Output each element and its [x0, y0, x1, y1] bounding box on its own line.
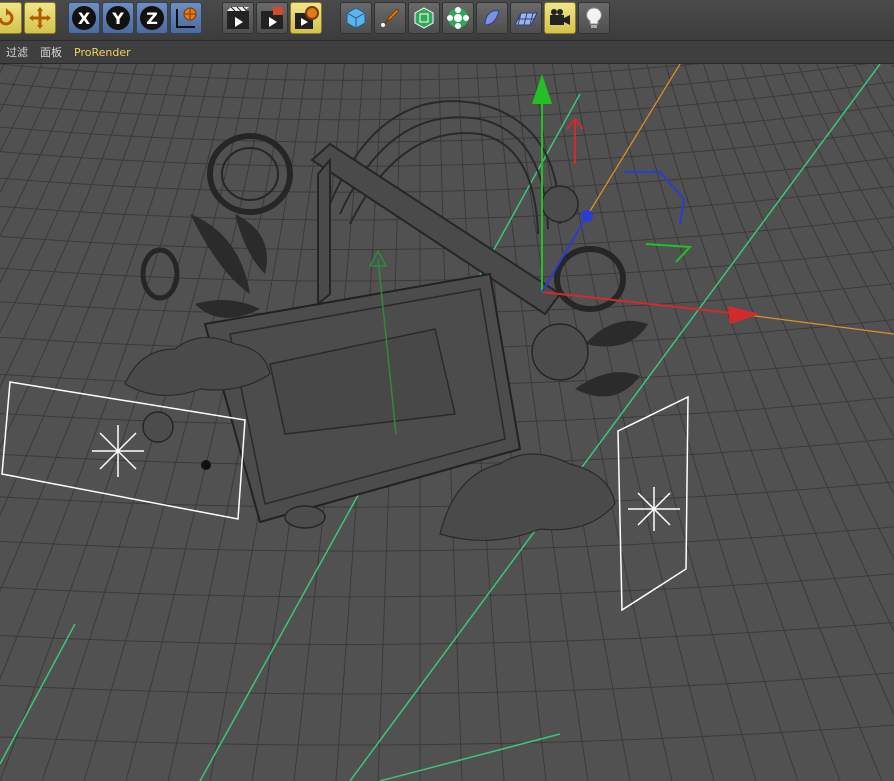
- z-axis-icon[interactable]: Z: [136, 2, 168, 34]
- rotate-icon[interactable]: [0, 2, 22, 34]
- cloner-icon[interactable]: [442, 2, 474, 34]
- menu-prorender[interactable]: ProRender: [74, 46, 131, 59]
- viewport-menubar: 过滤 面板 ProRender: [0, 41, 894, 64]
- move-icon[interactable]: [24, 2, 56, 34]
- sphere: [142, 411, 174, 443]
- sphere: [541, 185, 579, 223]
- menu-filter[interactable]: 过滤: [6, 44, 28, 60]
- y-axis-icon[interactable]: Y: [102, 2, 134, 34]
- world-coordinates-icon[interactable]: [170, 2, 202, 34]
- sphere: [531, 323, 589, 381]
- main-toolbar: X Y Z: [0, 0, 894, 41]
- sphere: [284, 505, 326, 529]
- render-picture-viewer-icon[interactable]: [256, 2, 288, 34]
- toolbar-group-axis: X Y Z: [68, 2, 202, 36]
- menu-panel[interactable]: 面板: [40, 44, 62, 60]
- cube-icon[interactable]: [340, 2, 372, 34]
- light-icon[interactable]: [578, 2, 610, 34]
- beam-leg: [317, 157, 331, 307]
- pen-icon[interactable]: [374, 2, 406, 34]
- toolbar-group-transform: [0, 2, 56, 36]
- x-axis-icon[interactable]: X: [68, 2, 100, 34]
- render-settings-icon[interactable]: [290, 2, 322, 34]
- toolbar-group-render: [222, 2, 322, 36]
- 3d-viewport[interactable]: [0, 64, 894, 781]
- z-axis-label: Z: [140, 6, 164, 30]
- render-view-icon[interactable]: [222, 2, 254, 34]
- light-target-dot: [201, 460, 211, 470]
- gizmo-z-handle[interactable]: [581, 210, 593, 222]
- camera-icon[interactable]: [544, 2, 576, 34]
- subdivision-icon[interactable]: [408, 2, 440, 34]
- x-axis-label: X: [72, 6, 96, 30]
- deformer-icon[interactable]: [476, 2, 508, 34]
- toolbar-group-objects: [340, 2, 610, 36]
- y-axis-label: Y: [106, 6, 130, 30]
- floor-icon[interactable]: [510, 2, 542, 34]
